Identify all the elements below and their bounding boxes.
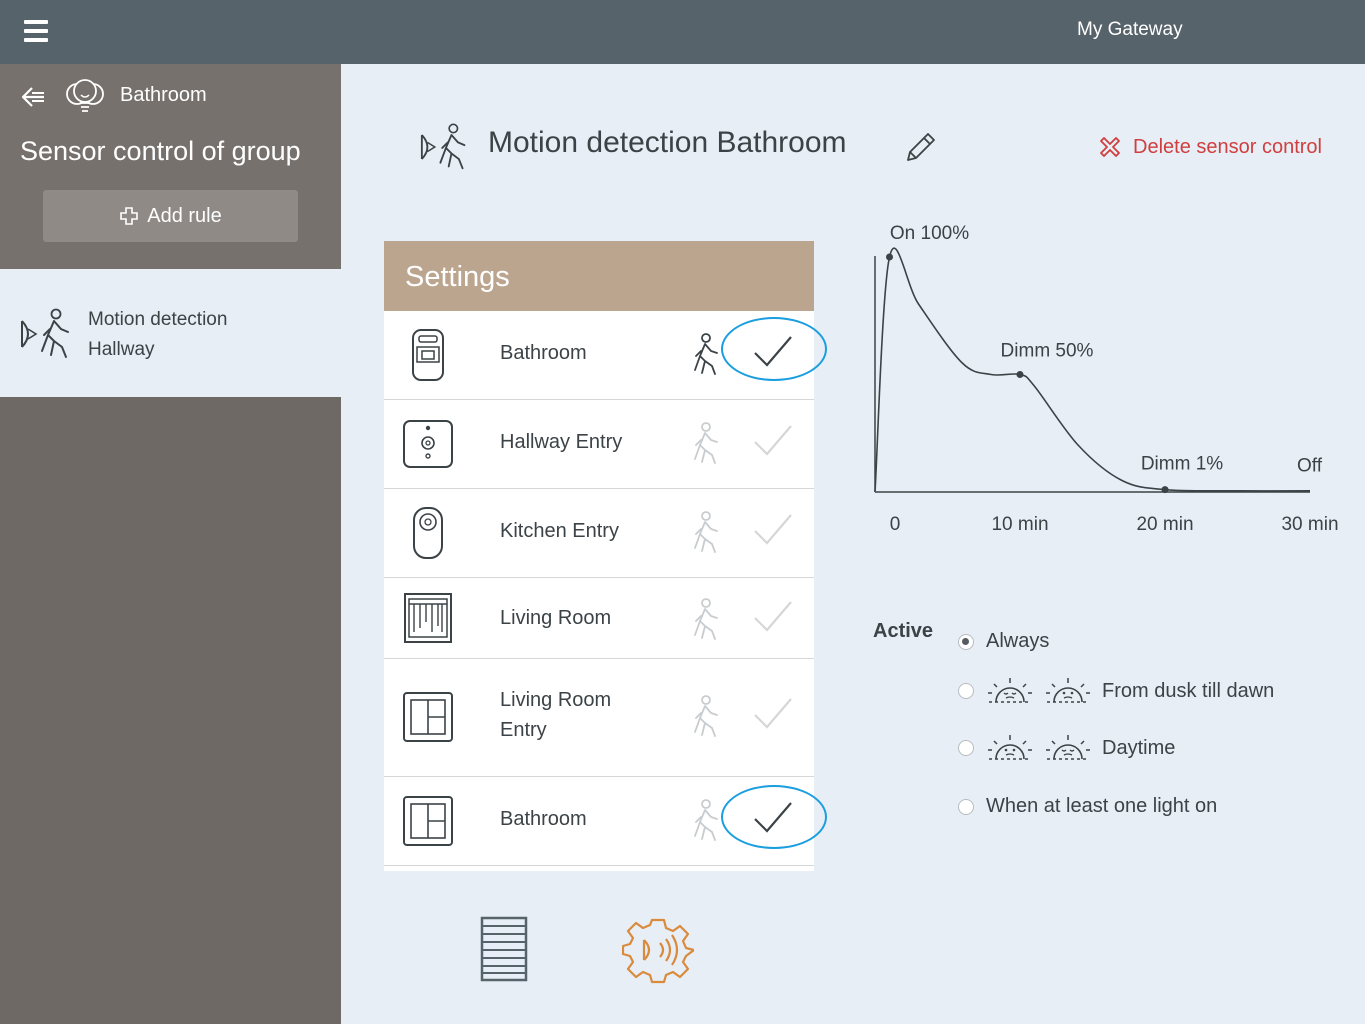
- sidebar-title: Sensor control of group: [20, 136, 301, 166]
- walking-person-icon: [694, 799, 718, 841]
- blind-switch-icon: [404, 593, 452, 643]
- annotation-label: Off: [1297, 456, 1323, 477]
- close-icon: [1100, 137, 1120, 157]
- top-bar: My Gateway: [0, 0, 1365, 64]
- settings-row-label: Living Room Entry: [500, 685, 611, 745]
- page-title: Motion detection Bathroom: [488, 126, 847, 159]
- wall-switch-icon: [403, 692, 453, 742]
- add-rule-label: Add rule: [147, 204, 222, 227]
- motion-sensor-icon: [21, 308, 69, 358]
- radio-button[interactable]: [958, 740, 974, 756]
- lightbulb-group-icon: [66, 79, 104, 112]
- settings-row-label: Kitchen Entry: [500, 520, 619, 542]
- settings-row-label: Bathroom: [500, 342, 587, 364]
- dimmer-remote-icon: [413, 507, 443, 559]
- settings-row-living-room-entry: Living Room Entry: [384, 659, 814, 777]
- radio-button[interactable]: [958, 798, 974, 815]
- sidebar-header: Bathroom Sensor control of group Add rul…: [0, 64, 341, 269]
- option-label: From dusk till dawn: [1102, 679, 1275, 702]
- checkmark-icon[interactable]: [749, 509, 797, 551]
- sunrise-icon: [988, 735, 1032, 760]
- x-tick-label: 0: [890, 514, 901, 535]
- settings-row-hallway-entry: Hallway Entry: [384, 400, 814, 489]
- sidebar-item-label-line1: Motion detection: [88, 309, 228, 330]
- data-point: [1016, 371, 1024, 378]
- pencil-icon[interactable]: [902, 130, 938, 166]
- settings-panel: Settings Bathroom Hallway Entry Kitchen …: [384, 241, 827, 871]
- checkmark-icon[interactable]: [749, 596, 797, 638]
- x-tick-label: 10 min: [991, 514, 1048, 535]
- add-rule-button[interactable]: Add rule: [43, 190, 298, 242]
- highlight-circle: [721, 785, 827, 849]
- menu-icon[interactable]: [24, 20, 50, 42]
- option-always[interactable]: Always: [958, 630, 1049, 653]
- walking-person-icon: [694, 695, 718, 737]
- sunset-icon: [988, 678, 1032, 703]
- x-tick-label: 20 min: [1136, 514, 1193, 535]
- settings-row-label: Living Room: [500, 607, 612, 629]
- delete-label: Delete sensor control: [1133, 135, 1322, 158]
- gateway-title: My Gateway: [1077, 19, 1183, 40]
- sidebar-item-motion-detection-hallway[interactable]: Motion detection Hallway: [0, 269, 341, 397]
- settings-header: Settings: [384, 241, 814, 311]
- radio-button[interactable]: [958, 683, 974, 699]
- option-dusk-till-dawn[interactable]: From dusk till dawn: [958, 676, 1274, 706]
- walking-person-icon: [694, 422, 718, 464]
- option-label: Always: [986, 630, 1050, 652]
- sunset-icon: [1046, 735, 1090, 760]
- back-arrow-icon[interactable]: [18, 82, 48, 112]
- data-point: [886, 253, 893, 261]
- highlight-circle: [721, 317, 827, 381]
- sidebar: Bathroom Sensor control of group Add rul…: [0, 64, 341, 1024]
- walking-person-icon: [694, 598, 718, 640]
- motion-sensor-device-icon: [412, 329, 444, 381]
- list-view-icon[interactable]: [478, 915, 530, 983]
- option-label: Daytime: [1102, 736, 1176, 759]
- sensor-settings-gear-icon[interactable]: [622, 914, 694, 986]
- delete-sensor-control-button[interactable]: Delete sensor control: [1097, 134, 1322, 160]
- plus-icon: [120, 207, 139, 225]
- annotation-label: Dimm 1%: [1141, 454, 1223, 475]
- settings-row-label-line1: Living Room: [500, 689, 612, 711]
- sidebar-item-label-line2: Hallway: [88, 339, 155, 360]
- settings-row-living-room: Living Room: [384, 578, 814, 659]
- dimming-profile-chart: 0 10 min 20 min 30 min On 100% Dimm 50% Dimm 1…: [874, 223, 1339, 535]
- option-daytime[interactable]: Daytime: [958, 733, 1175, 763]
- sunrise-icon: [1046, 678, 1090, 703]
- walking-person-icon: [694, 511, 718, 553]
- settings-row-label: Hallway Entry: [500, 431, 623, 453]
- annotation-label: Dimm 50%: [1001, 341, 1094, 362]
- series-line: [874, 247, 1311, 493]
- wall-switch-icon: [403, 796, 453, 846]
- checkmark-icon[interactable]: [749, 693, 797, 735]
- data-point: [1161, 486, 1169, 494]
- x-tick-label: 30 min: [1281, 514, 1338, 535]
- active-label: Active: [873, 620, 934, 642]
- remote-control-icon: [403, 420, 453, 468]
- group-name: Bathroom: [120, 84, 207, 106]
- motion-sensor-icon: [420, 123, 466, 170]
- walking-person-icon: [694, 333, 718, 375]
- annotation-label: On 100%: [890, 223, 969, 244]
- settings-row-label: Bathroom: [500, 808, 587, 830]
- settings-row-label-line2: Entry: [500, 719, 547, 741]
- settings-row-kitchen-entry: Kitchen Entry: [384, 489, 814, 578]
- checkmark-icon[interactable]: [749, 420, 797, 462]
- option-label: When at least one light on: [986, 795, 1218, 817]
- radio-button-selected[interactable]: [958, 633, 974, 650]
- option-when-light-on[interactable]: When at least one light on: [958, 795, 1217, 818]
